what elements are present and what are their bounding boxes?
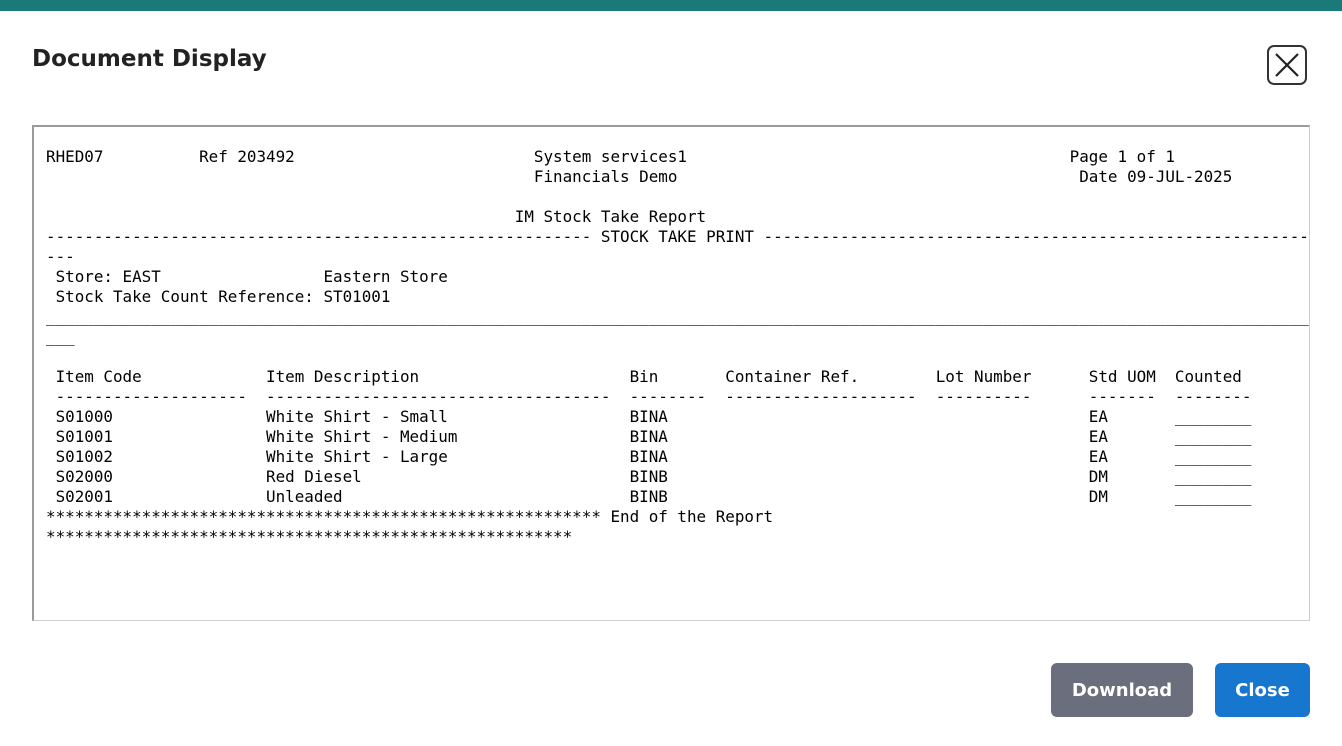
document-viewer[interactable]: RHED07 Ref 203492 System services1 Page … (32, 125, 1310, 621)
close-dialog-button[interactable] (1267, 45, 1307, 85)
report-text: RHED07 Ref 203492 System services1 Page … (46, 147, 1310, 546)
top-accent-bar (0, 0, 1342, 11)
close-icon (1275, 53, 1299, 77)
download-button[interactable]: Download (1051, 663, 1193, 717)
close-button[interactable]: Close (1215, 663, 1310, 717)
dialog-title: Document Display (32, 46, 267, 72)
